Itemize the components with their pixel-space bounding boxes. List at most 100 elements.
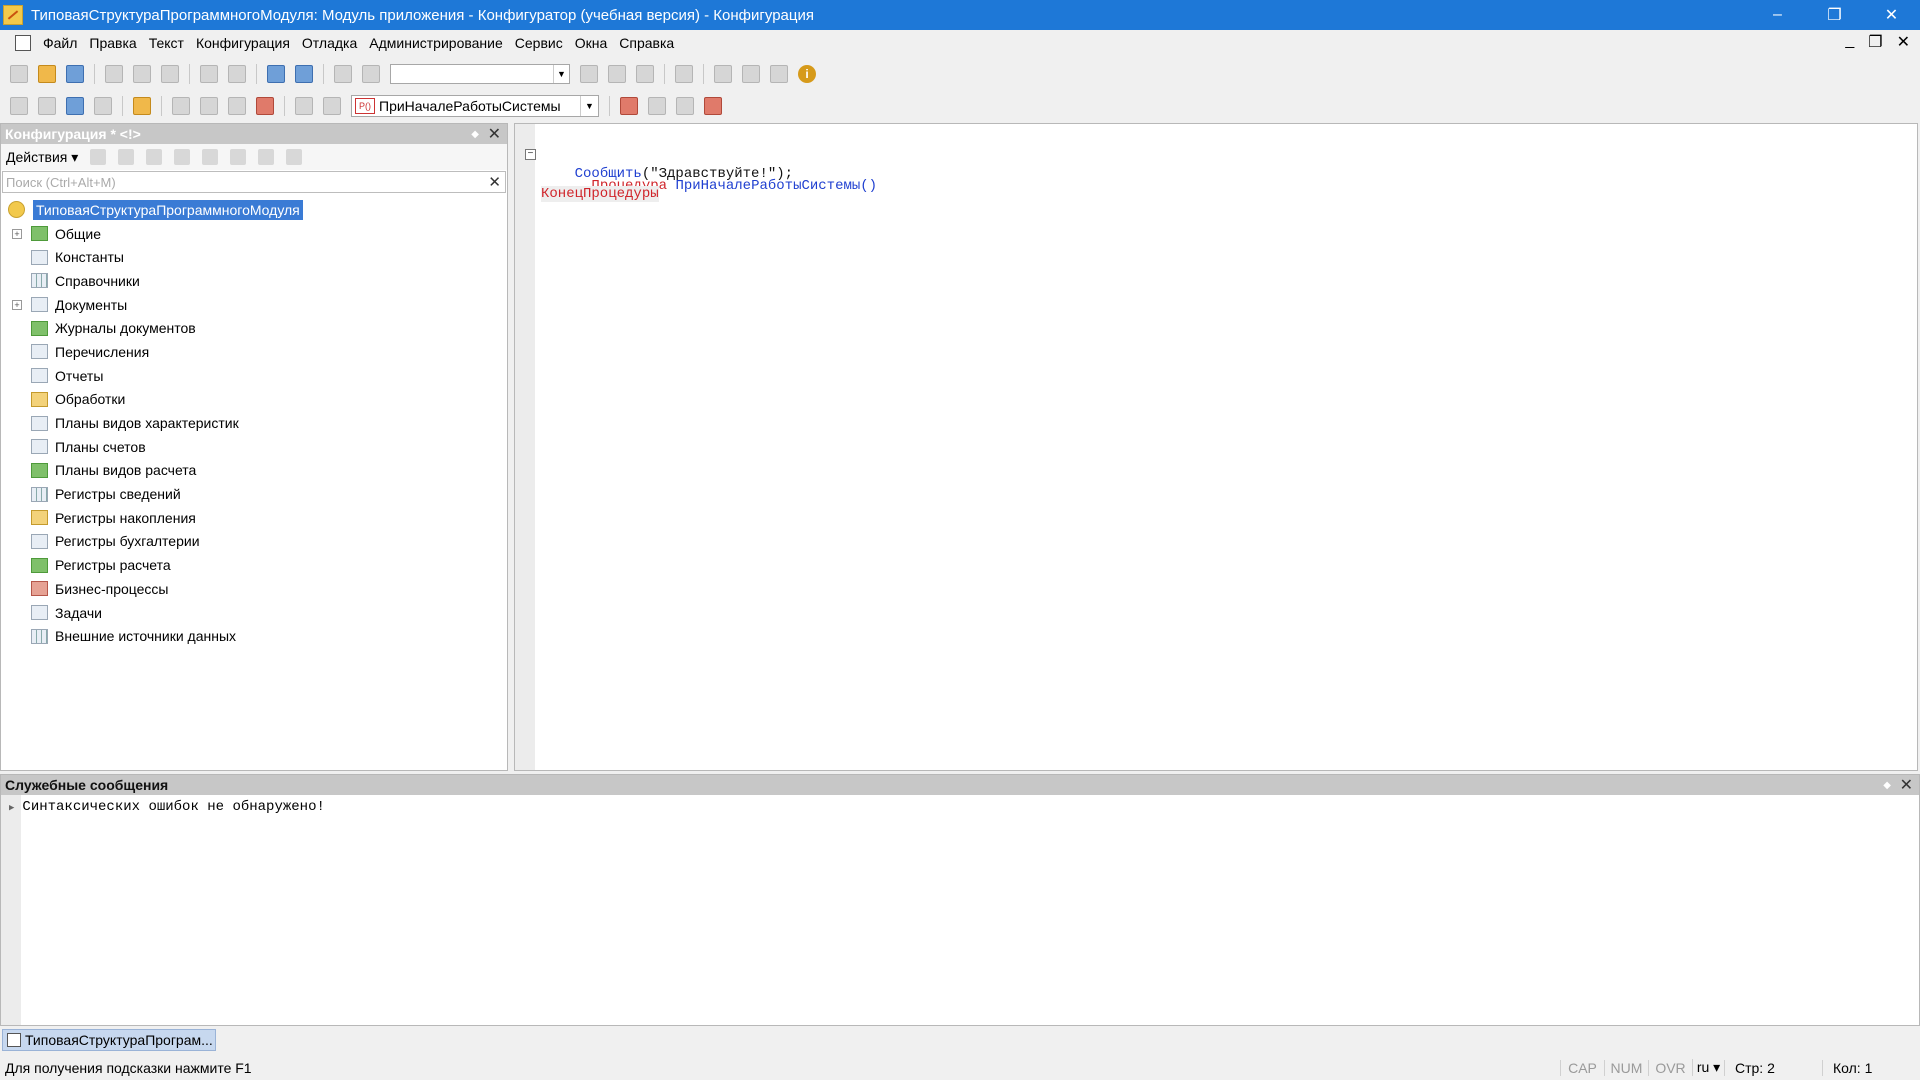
close-icon[interactable]: ✕ (1900, 775, 1913, 795)
menu-text[interactable]: Текст (149, 35, 184, 51)
bookmark-icon[interactable] (770, 65, 788, 83)
code-editor[interactable]: − Процедура ПриНачалеРаботыСистемы() Соо… (514, 123, 1918, 771)
tree-item-root[interactable]: ТиповаяСтруктураПрограммногоМодуля (1, 198, 507, 222)
sort-icon[interactable] (258, 149, 275, 165)
edit-icon[interactable] (118, 149, 135, 165)
collapse-icon[interactable]: − (525, 149, 536, 160)
print-preview-icon[interactable] (228, 65, 246, 83)
code-line[interactable]: Сообщить("Здравствуйте!"); (541, 166, 877, 186)
redo-icon[interactable] (295, 65, 313, 83)
expand-icon[interactable]: + (12, 228, 22, 239)
syntax-check-icon[interactable] (295, 97, 313, 115)
module-icon[interactable] (10, 97, 28, 115)
pin-icon[interactable]: ◆ (471, 129, 479, 140)
close-icon[interactable]: ✕ (488, 173, 501, 191)
mdi-restore-button[interactable]: ❐ (1868, 32, 1882, 52)
app-icon[interactable] (3, 5, 23, 25)
add-icon[interactable] (90, 149, 107, 165)
print-icon[interactable] (200, 65, 218, 83)
language-selector[interactable]: ru ▾ (1692, 1059, 1724, 1076)
tree-item-catalogs[interactable]: Справочники (1, 269, 507, 293)
tree-item-document-journals[interactable]: Журналы документов (1, 316, 507, 340)
disabled-breakpoint-icon[interactable] (648, 97, 666, 115)
mdi-close-button[interactable]: ✕ (1897, 32, 1910, 52)
minimize-button[interactable]: – (1749, 0, 1806, 30)
pin-icon[interactable]: ◆ (1883, 780, 1891, 791)
syntax-assistant-icon[interactable] (714, 65, 732, 83)
menu-service[interactable]: Сервис (515, 35, 563, 51)
menu-edit[interactable]: Правка (89, 35, 136, 51)
tree-item-accumulation-registers[interactable]: Регистры накопления (1, 506, 507, 530)
breakpoints-list-icon[interactable] (676, 97, 694, 115)
procedures-list-icon[interactable] (323, 97, 341, 115)
tree-item-documents[interactable]: + Документы (1, 293, 507, 317)
menu-debug[interactable]: Отладка (302, 35, 357, 51)
tree-item-chart-of-calculation-types[interactable]: Планы видов расчета (1, 459, 507, 483)
open-icon[interactable] (38, 65, 56, 83)
form-icon[interactable] (38, 97, 56, 115)
tree-item-business-processes[interactable]: Бизнес-процессы (1, 577, 507, 601)
window-tab[interactable]: ТиповаяСтруктураПрограм... (2, 1029, 216, 1051)
new-icon[interactable] (10, 65, 28, 83)
find-previous-icon[interactable] (636, 65, 654, 83)
code-line[interactable]: − Процедура ПриНачалеРаботыСистемы() (525, 146, 877, 194)
code-text[interactable]: − Процедура ПриНачалеРаботыСистемы() Соо… (525, 146, 877, 206)
delete-icon[interactable] (174, 149, 191, 165)
menu-configuration[interactable]: Конфигурация (196, 35, 290, 51)
database-icon[interactable] (66, 97, 84, 115)
search-icon[interactable] (362, 65, 380, 83)
tree-item-accounting-registers[interactable]: Регистры бухгалтерии (1, 530, 507, 554)
actions-menu-button[interactable]: Действия ▾ (6, 149, 78, 166)
tree-item-chart-of-accounts[interactable]: Планы счетов (1, 435, 507, 459)
mdi-minimize-button[interactable]: _ (1845, 32, 1854, 52)
copy-icon[interactable] (146, 149, 163, 165)
close-icon[interactable]: ✕ (488, 124, 501, 144)
tree-search-input[interactable]: Поиск (Ctrl+Alt+M) ✕ (2, 171, 506, 193)
expand-icon[interactable]: + (12, 299, 22, 310)
restore-button[interactable]: ❐ (1806, 0, 1863, 30)
tree-item-data-processors[interactable]: Обработки (1, 388, 507, 412)
tree-item-external-data-sources[interactable]: Внешние источники данных (1, 624, 507, 648)
clear-search-icon[interactable] (580, 65, 598, 83)
search-input[interactable]: ▼ (390, 64, 570, 84)
copy-icon[interactable] (133, 65, 151, 83)
find-icon[interactable] (334, 65, 352, 83)
move-down-icon[interactable] (230, 149, 247, 165)
paste-icon[interactable] (161, 65, 179, 83)
remove-breakpoints-icon[interactable] (704, 97, 722, 115)
global-search-icon[interactable] (742, 65, 760, 83)
filter-icon[interactable] (286, 149, 303, 165)
save-icon[interactable] (66, 65, 84, 83)
table-icon[interactable] (94, 97, 112, 115)
tree-item-calculation-registers[interactable]: Регистры расчета (1, 553, 507, 577)
message-item[interactable]: ▶ Синтаксических ошибок не обнаружено! (9, 799, 325, 815)
document-menu-icon[interactable] (15, 35, 31, 51)
undo-icon[interactable] (267, 65, 285, 83)
comment-icon[interactable] (228, 97, 246, 115)
uncomment-icon[interactable] (256, 97, 274, 115)
info-icon[interactable]: i (798, 65, 816, 83)
tree-item-information-registers[interactable]: Регистры сведений (1, 482, 507, 506)
cut-icon[interactable] (105, 65, 123, 83)
move-up-icon[interactable] (202, 149, 219, 165)
procedure-selector[interactable]: P() ПриНачалеРаботыСистемы ▼ (351, 95, 599, 117)
outdent-icon[interactable] (200, 97, 218, 115)
tree-item-constants[interactable]: Константы (1, 245, 507, 269)
tree-item-chart-of-characteristic-types[interactable]: Планы видов характеристик (1, 411, 507, 435)
close-button[interactable]: ✕ (1863, 0, 1920, 30)
menu-help[interactable]: Справка (619, 35, 674, 51)
run-debug-icon[interactable] (133, 97, 151, 115)
menu-administration[interactable]: Администрирование (369, 35, 503, 51)
find-next-icon[interactable] (608, 65, 626, 83)
chevron-down-icon[interactable]: ▼ (553, 65, 569, 83)
tree-item-reports[interactable]: Отчеты (1, 364, 507, 388)
windows-icon[interactable] (675, 65, 693, 83)
breakpoint-icon[interactable] (620, 97, 638, 115)
tree-item-enums[interactable]: Перечисления (1, 340, 507, 364)
indent-icon[interactable] (172, 97, 190, 115)
tree-item-common[interactable]: + Общие (1, 222, 507, 246)
menu-file[interactable]: Файл (43, 35, 77, 51)
menu-windows[interactable]: Окна (575, 35, 608, 51)
code-line[interactable]: КонецПроцедуры (541, 186, 877, 206)
chevron-down-icon[interactable]: ▼ (580, 96, 598, 116)
